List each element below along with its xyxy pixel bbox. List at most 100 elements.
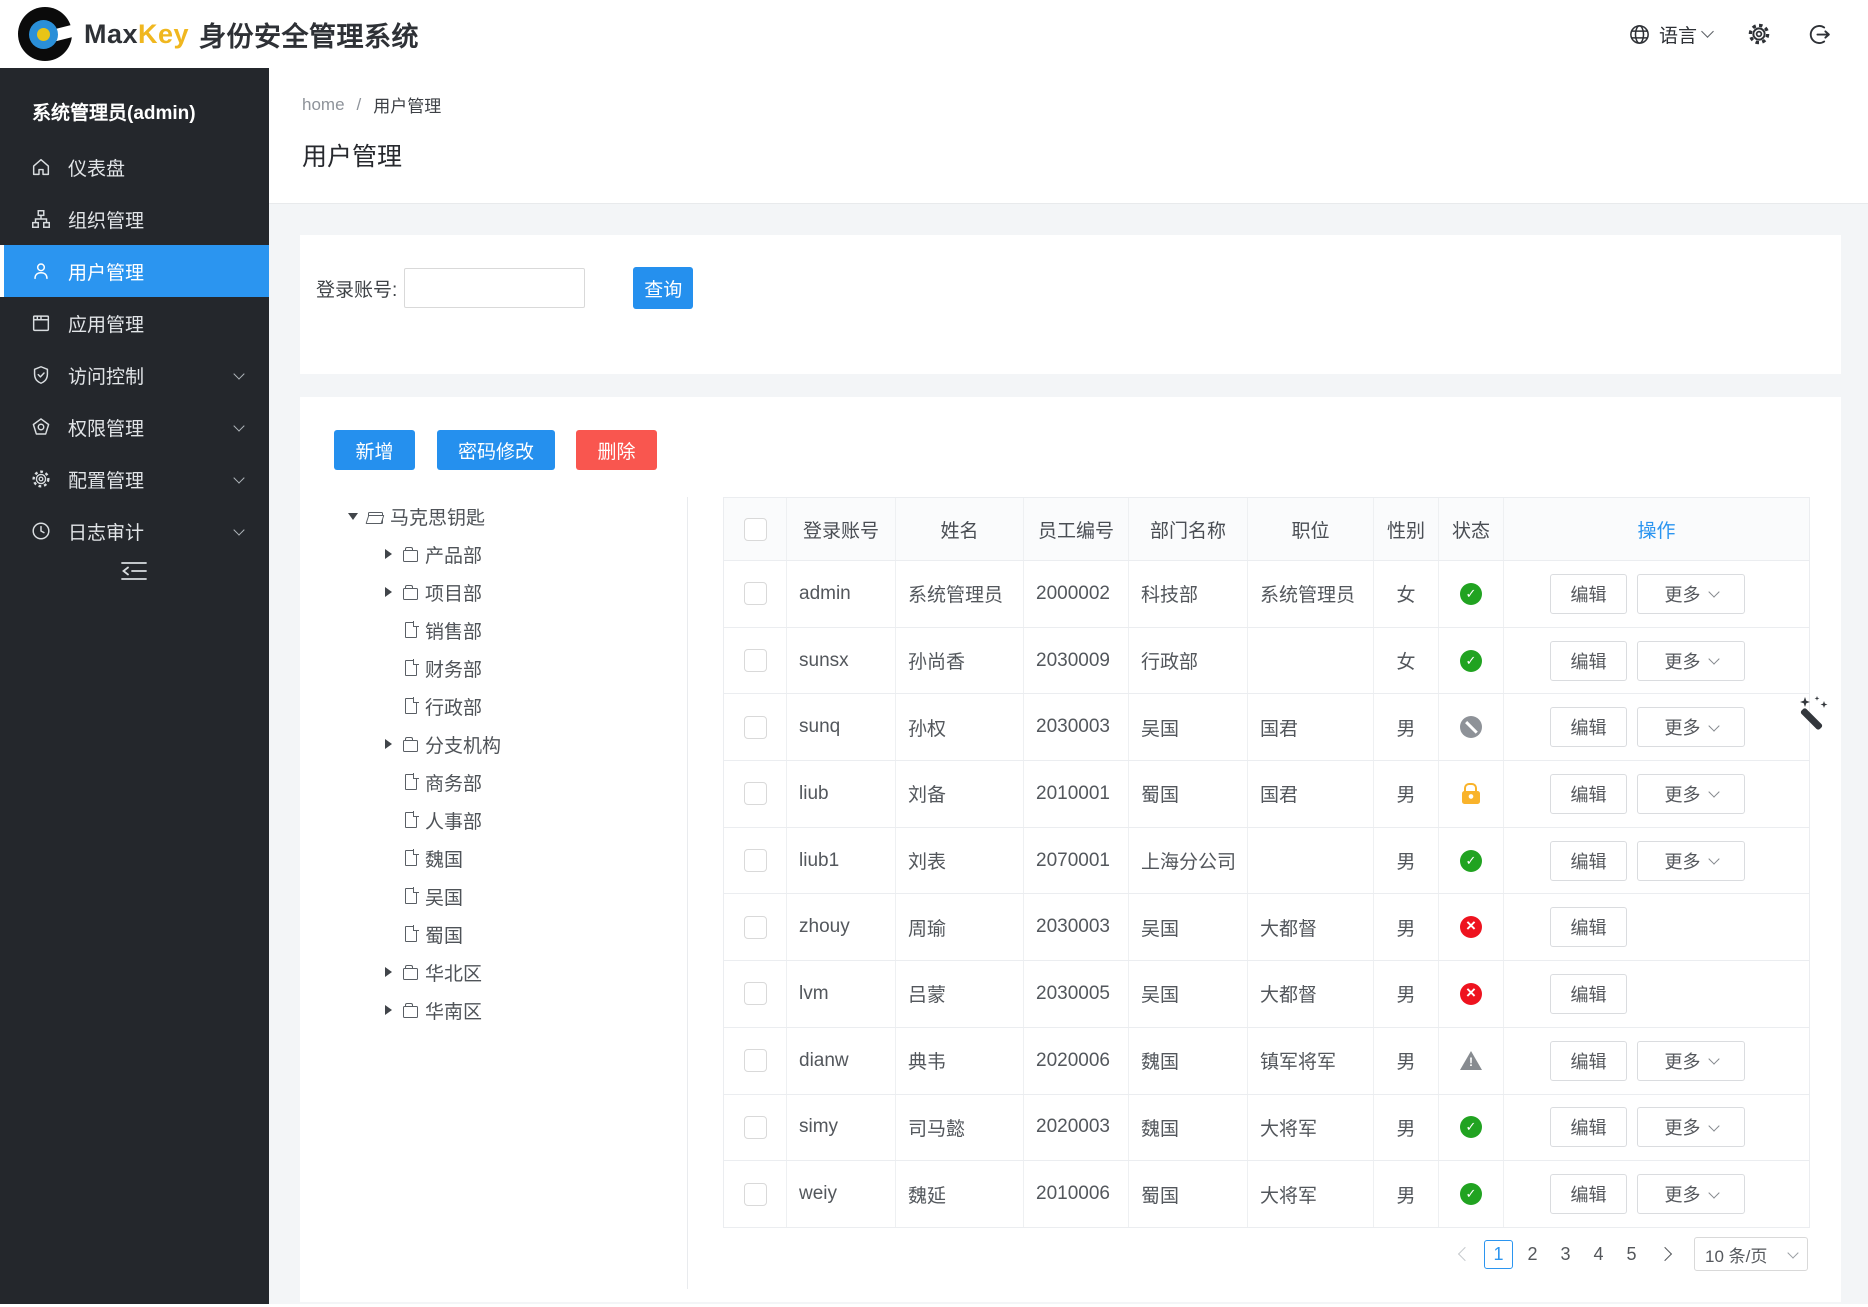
chevron-down-icon bbox=[1787, 1247, 1798, 1258]
tree-node[interactable]: 项目部 bbox=[300, 573, 687, 611]
page-button-1[interactable]: 1 bbox=[1484, 1240, 1513, 1269]
tree-node-root[interactable]: 马克思钥匙 bbox=[300, 497, 687, 535]
sidebar-item-configuration[interactable]: 配置管理 bbox=[0, 453, 269, 505]
tree-node[interactable]: 财务部 bbox=[300, 649, 687, 687]
settings-gear-icon[interactable] bbox=[1746, 21, 1772, 47]
login-account-input[interactable] bbox=[404, 268, 585, 308]
row-checkbox[interactable] bbox=[744, 916, 767, 939]
row-checkbox[interactable] bbox=[744, 1049, 767, 1072]
tree-node[interactable]: 华北区 bbox=[300, 953, 687, 991]
query-button[interactable]: 查询 bbox=[633, 267, 693, 309]
page-button-5[interactable]: 5 bbox=[1618, 1241, 1645, 1268]
row-checkbox[interactable] bbox=[744, 1183, 767, 1206]
sidebar-item-applications[interactable]: 应用管理 bbox=[0, 297, 269, 349]
edit-button[interactable]: 编辑 bbox=[1550, 641, 1627, 681]
tree-node-label: 华北区 bbox=[425, 959, 482, 986]
tree-node[interactable]: 吴国 bbox=[300, 877, 687, 915]
tree-node[interactable]: 蜀国 bbox=[300, 915, 687, 953]
table-row: liub 刘备 2010001 蜀国 国君 男 编辑 更多 bbox=[724, 761, 1809, 828]
caret-right-icon[interactable] bbox=[380, 964, 396, 980]
page-button-3[interactable]: 3 bbox=[1552, 1241, 1579, 1268]
folder-icon bbox=[402, 736, 420, 752]
page-size-select[interactable]: 10 条/页 bbox=[1694, 1237, 1808, 1271]
breadcrumb-home[interactable]: home bbox=[302, 95, 345, 115]
page-button-2[interactable]: 2 bbox=[1519, 1241, 1546, 1268]
row-checkbox[interactable] bbox=[744, 982, 767, 1005]
tree-node-label: 财务部 bbox=[425, 655, 482, 682]
page-button-4[interactable]: 4 bbox=[1585, 1241, 1612, 1268]
table-row: lvm 吕蒙 2030005 吴国 大都督 男 编辑 更多 bbox=[724, 961, 1809, 1028]
table-row: weiy 魏延 2010006 蜀国 大将军 男 编辑 更多 bbox=[724, 1161, 1809, 1228]
sidebar-item-users[interactable]: 用户管理 bbox=[0, 245, 269, 297]
more-button[interactable]: 更多 bbox=[1637, 1174, 1745, 1214]
cell-gender: 男 bbox=[1374, 961, 1439, 1027]
change-password-button[interactable]: 密码修改 bbox=[437, 430, 555, 470]
tree-node[interactable]: 销售部 bbox=[300, 611, 687, 649]
row-checkbox[interactable] bbox=[744, 782, 767, 805]
tree-node[interactable]: 魏国 bbox=[300, 839, 687, 877]
sidebar-item-organization[interactable]: 组织管理 bbox=[0, 193, 269, 245]
edit-button[interactable]: 编辑 bbox=[1550, 574, 1627, 614]
caret-down-icon[interactable] bbox=[345, 508, 361, 524]
edit-button[interactable]: 编辑 bbox=[1550, 707, 1627, 747]
toolbar: 新增 密码修改 删除 bbox=[334, 430, 657, 470]
table-row: zhouy 周瑜 2030003 吴国 大都督 男 编辑 更多 bbox=[724, 894, 1809, 961]
sidebar-item-access-control[interactable]: 访问控制 bbox=[0, 349, 269, 401]
row-checkbox[interactable] bbox=[744, 582, 767, 605]
cell-account: lvm bbox=[787, 961, 896, 1027]
caret-right-icon[interactable] bbox=[380, 1002, 396, 1018]
file-icon bbox=[402, 888, 420, 904]
edit-button[interactable]: 编辑 bbox=[1550, 1107, 1627, 1147]
add-button[interactable]: 新增 bbox=[334, 430, 415, 470]
caret-right-icon[interactable] bbox=[380, 546, 396, 562]
organization-tree: 马克思钥匙 产品部 项目部 销售部 财务部 行政部 bbox=[300, 497, 688, 1289]
select-all-checkbox[interactable] bbox=[744, 518, 767, 541]
user-icon bbox=[30, 260, 52, 282]
row-checkbox[interactable] bbox=[744, 1116, 767, 1139]
edit-button[interactable]: 编辑 bbox=[1550, 1041, 1627, 1081]
caret-right-icon[interactable] bbox=[380, 584, 396, 600]
table-row: sunq 孙权 2030003 吴国 国君 男 编辑 更多 bbox=[724, 694, 1809, 761]
tree-node-label: 马克思钥匙 bbox=[390, 503, 485, 530]
edit-button[interactable]: 编辑 bbox=[1550, 841, 1627, 881]
tree-node[interactable]: 华南区 bbox=[300, 991, 687, 1029]
tree-node[interactable]: 行政部 bbox=[300, 687, 687, 725]
delete-button[interactable]: 删除 bbox=[576, 430, 657, 470]
row-checkbox[interactable] bbox=[744, 716, 767, 739]
file-icon bbox=[402, 812, 420, 828]
more-button[interactable]: 更多 bbox=[1637, 707, 1745, 747]
edit-button[interactable]: 编辑 bbox=[1550, 1174, 1627, 1214]
next-page-button[interactable] bbox=[1651, 1241, 1678, 1268]
more-button[interactable]: 更多 bbox=[1637, 774, 1745, 814]
chevron-down-icon bbox=[1708, 653, 1719, 664]
sidebar-item-audit-log[interactable]: 日志审计 bbox=[0, 505, 269, 557]
row-checkbox[interactable] bbox=[744, 849, 767, 872]
row-checkbox[interactable] bbox=[744, 649, 767, 672]
tree-node[interactable]: 分支机构 bbox=[300, 725, 687, 763]
status-icon bbox=[1460, 583, 1482, 605]
logout-icon[interactable] bbox=[1806, 21, 1832, 47]
more-button[interactable]: 更多 bbox=[1637, 1107, 1745, 1147]
cell-employee-id: 2020003 bbox=[1024, 1095, 1129, 1161]
language-menu[interactable]: 语言 bbox=[1627, 21, 1712, 48]
page-title: 用户管理 bbox=[269, 117, 1868, 173]
edit-button[interactable]: 编辑 bbox=[1550, 774, 1627, 814]
cell-name: 孙权 bbox=[896, 694, 1024, 760]
sidebar-item-permissions[interactable]: 权限管理 bbox=[0, 401, 269, 453]
tree-node[interactable]: 商务部 bbox=[300, 763, 687, 801]
tree-node-label: 魏国 bbox=[425, 845, 463, 872]
more-button[interactable]: 更多 bbox=[1637, 841, 1745, 881]
more-button[interactable]: 更多 bbox=[1637, 1041, 1745, 1081]
sidebar-item-dashboard[interactable]: 仪表盘 bbox=[0, 141, 269, 193]
edit-button[interactable]: 编辑 bbox=[1550, 907, 1627, 947]
more-button[interactable]: 更多 bbox=[1637, 574, 1745, 614]
tree-node[interactable]: 产品部 bbox=[300, 535, 687, 573]
more-button[interactable]: 更多 bbox=[1637, 641, 1745, 681]
prev-page-button[interactable] bbox=[1451, 1241, 1478, 1268]
folder-open-icon bbox=[367, 508, 385, 524]
tree-node[interactable]: 人事部 bbox=[300, 801, 687, 839]
caret-right-icon[interactable] bbox=[380, 736, 396, 752]
menu-collapse-icon[interactable] bbox=[120, 560, 148, 582]
edit-button[interactable]: 编辑 bbox=[1550, 974, 1627, 1014]
cell-gender: 女 bbox=[1374, 628, 1439, 694]
